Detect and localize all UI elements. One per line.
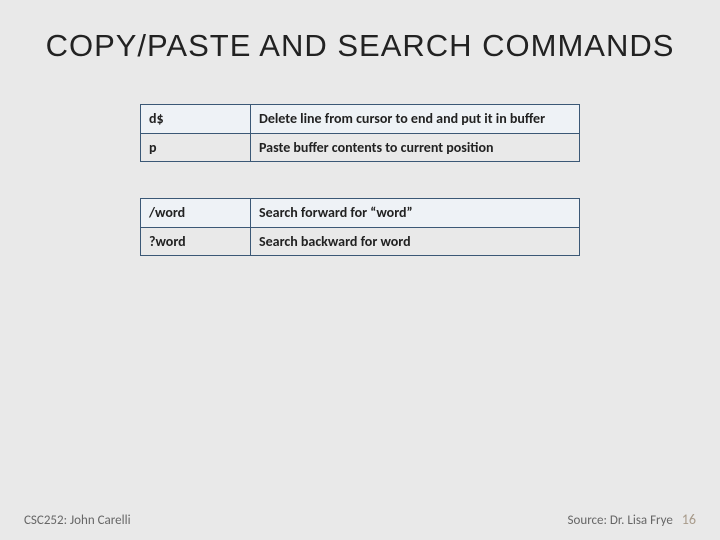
- search-table: /word Search forward for “word” ?word Se…: [140, 198, 580, 256]
- slide-title: COPY/PASTE AND SEARCH COMMANDS: [0, 0, 720, 64]
- command-cell: p: [141, 133, 251, 162]
- command-cell: ?word: [141, 227, 251, 256]
- footer-left: CSC252: John Carelli: [24, 513, 131, 528]
- command-cell: d$: [141, 105, 251, 134]
- command-cell: /word: [141, 199, 251, 228]
- table-row: d$ Delete line from cursor to end and pu…: [141, 105, 580, 134]
- table-row: p Paste buffer contents to current posit…: [141, 133, 580, 162]
- table-row: ?word Search backward for word: [141, 227, 580, 256]
- description-cell: Paste buffer contents to current positio…: [251, 133, 580, 162]
- content-area: d$ Delete line from cursor to end and pu…: [140, 104, 580, 256]
- description-cell: Delete line from cursor to end and put i…: [251, 105, 580, 134]
- footer-right: Source: Dr. Lisa Frye 16: [568, 511, 696, 528]
- description-cell: Search forward for “word”: [251, 199, 580, 228]
- footer-source: Source: Dr. Lisa Frye: [568, 513, 673, 528]
- page-number: 16: [682, 511, 696, 528]
- copy-paste-table: d$ Delete line from cursor to end and pu…: [140, 104, 580, 162]
- description-cell: Search backward for word: [251, 227, 580, 256]
- table-row: /word Search forward for “word”: [141, 199, 580, 228]
